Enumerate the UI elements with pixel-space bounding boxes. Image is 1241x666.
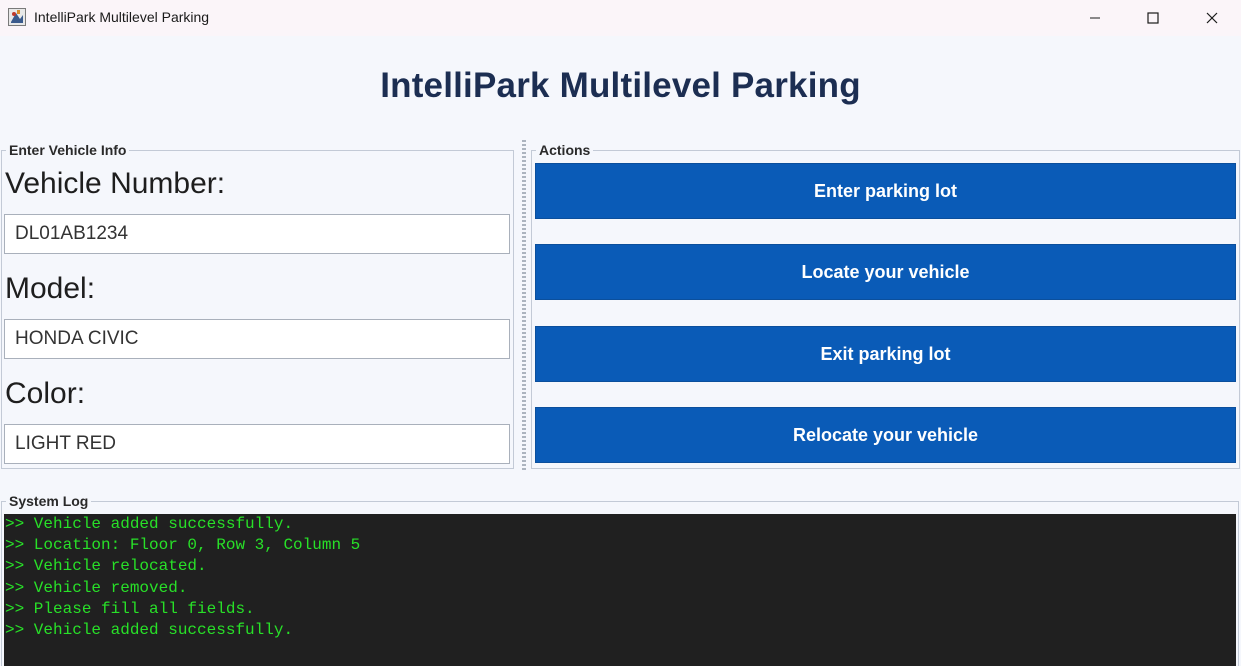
exit-parking-lot-button[interactable]: Exit parking lot: [535, 326, 1236, 382]
page-title: IntelliPark Multilevel Parking: [380, 66, 861, 105]
system-log-legend: System Log: [6, 493, 92, 509]
maximize-icon: [1147, 12, 1159, 24]
color-input[interactable]: [4, 424, 510, 464]
maximize-button[interactable]: [1124, 0, 1182, 36]
close-icon: [1206, 12, 1218, 24]
locate-vehicle-button[interactable]: Locate your vehicle: [535, 244, 1236, 300]
vehicle-number-input[interactable]: [4, 214, 510, 254]
close-button[interactable]: [1183, 0, 1241, 36]
window-title: IntelliPark Multilevel Parking: [34, 9, 210, 25]
log-line: >> Vehicle removed.: [5, 578, 188, 597]
log-line: >> Please fill all fields.: [5, 599, 255, 618]
log-line: >> Vehicle relocated.: [5, 557, 207, 576]
relocate-vehicle-button[interactable]: Relocate your vehicle: [535, 407, 1236, 463]
actions-legend: Actions: [536, 142, 594, 158]
vehicle-info-legend: Enter Vehicle Info: [6, 142, 130, 158]
window-titlebar: IntelliPark Multilevel Parking: [0, 0, 1241, 36]
color-label: Color:: [5, 377, 86, 410]
log-line: >> Vehicle added successfully.: [5, 515, 294, 533]
system-log-textarea[interactable]: >> Vehicle added successfully. >> Locati…: [4, 514, 1236, 666]
app-header: IntelliPark Multilevel Parking: [0, 36, 1241, 140]
log-line: >> Location: Floor 0, Row 3, Column 5: [5, 536, 361, 555]
enter-parking-lot-button[interactable]: Enter parking lot: [535, 163, 1236, 219]
java-app-icon: [8, 8, 26, 26]
minimize-icon: [1089, 12, 1101, 24]
minimize-button[interactable]: [1066, 0, 1124, 36]
divider-grip: [522, 140, 526, 472]
split-pane-divider[interactable]: [520, 140, 528, 472]
model-label: Model:: [5, 272, 96, 305]
log-line: >> Vehicle added successfully.: [5, 621, 294, 640]
vehicle-number-label: Vehicle Number:: [5, 167, 226, 200]
model-input[interactable]: [4, 319, 510, 359]
